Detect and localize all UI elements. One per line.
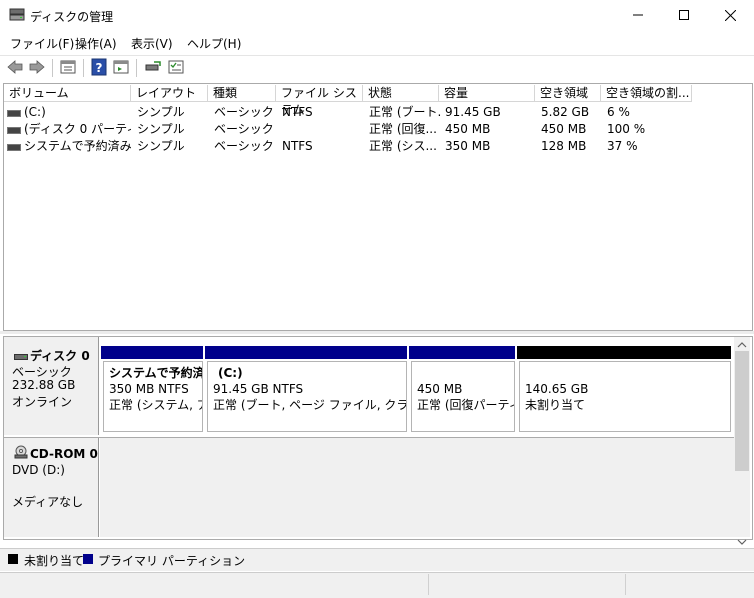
legend-swatch-primary [83, 554, 93, 564]
toolbar-separator [83, 59, 84, 77]
cell-status: 正常 (回復... [369, 122, 437, 136]
scrollbar-thumb[interactable] [735, 351, 749, 471]
disk-management-app-icon [9, 8, 25, 22]
volume-icon [7, 144, 21, 151]
partition-label: システムで予約済み [109, 366, 202, 380]
cell-status: 正常 (シス... [369, 139, 437, 153]
cell-layout: シンプル [137, 122, 185, 136]
legend-swatch-unallocated [8, 554, 18, 564]
partition-status: 未割り当て [525, 398, 586, 412]
disk-type: DVD (D:) [12, 463, 65, 477]
properties-icon[interactable] [59, 58, 77, 76]
disk-status: メディアなし [12, 495, 84, 509]
partition-label [417, 365, 509, 381]
partition-size: 140.65 GB [525, 382, 589, 396]
partition-status: 正常 (回復パーティション) [417, 398, 514, 412]
cell-type: ベーシック [214, 139, 274, 153]
partition-status: 正常 (システム, アクティブ, プライマリ パーティション) [109, 398, 202, 412]
cell-filesystem [282, 121, 365, 138]
checklist-icon[interactable] [167, 58, 185, 76]
partition-bar-unallocated [517, 346, 731, 359]
volume-icon [7, 110, 21, 117]
table-row[interactable]: (ディスク 0 パーティシ... シンプル ベーシック 正常 (回復... 45… [4, 121, 750, 138]
menu-file[interactable]: ファイル(F) [10, 35, 74, 52]
toolbar-separator [52, 59, 53, 77]
cell-type: ベーシック [214, 105, 274, 119]
legend-label-primary: プライマリ パーティション [98, 554, 246, 568]
partition-bar-primary [205, 346, 407, 359]
scroll-up-icon[interactable] [736, 339, 748, 349]
volume-icon [7, 127, 21, 134]
table-row[interactable]: システムで予約済み シンプル ベーシック NTFS 正常 (シス... 350 … [4, 138, 750, 155]
disk-size: 232.88 GB [12, 378, 76, 392]
back-arrow-icon[interactable] [6, 58, 24, 76]
partition-label [525, 365, 725, 381]
partition-system-reserved[interactable]: システムで予約済み 350 MB NTFS 正常 (システム, アクティブ, プ… [103, 361, 203, 432]
partition-bar-primary [409, 346, 515, 359]
disk-icon [14, 349, 28, 360]
status-cell [625, 574, 754, 595]
close-button[interactable] [707, 0, 753, 31]
cell-capacity: 450 MB [445, 122, 491, 136]
maximize-button[interactable] [661, 0, 707, 31]
column-header-filesystem[interactable]: ファイル システム [276, 85, 363, 117]
cell-free-space: 128 MB [541, 139, 587, 153]
menu-view[interactable]: 表示(V) [131, 35, 173, 52]
disk-name: ディスク 0 [30, 349, 90, 363]
partition-c-drive[interactable]: (C:) 91.45 GB NTFS 正常 (ブート, ページ ファイル, クラ… [207, 361, 407, 432]
console-icon[interactable] [112, 58, 130, 76]
disk-name: CD-ROM 0 [30, 447, 98, 461]
cdrom-0-label[interactable]: CD-ROM 0 DVD (D:) メディアなし [4, 438, 99, 537]
column-header-layout[interactable]: レイアウト [131, 85, 208, 102]
cell-layout: シンプル [137, 139, 185, 153]
help-icon[interactable]: ? [90, 58, 108, 76]
cell-capacity: 91.45 GB [445, 105, 501, 119]
disk-status: オンライン [12, 395, 73, 409]
column-header-percent-free[interactable]: 空き領域の割... [601, 85, 692, 102]
column-header-volume[interactable]: ボリューム [4, 85, 131, 102]
cdrom-icon [14, 445, 28, 459]
partition-bar-primary [101, 346, 203, 359]
partition-unallocated[interactable]: 140.65 GB 未割り当て [519, 361, 731, 432]
cell-volume: システムで予約済み [24, 139, 131, 153]
menu-action[interactable]: 操作(A) [75, 35, 117, 52]
cell-layout: シンプル [137, 105, 185, 119]
partition-size: 450 MB [417, 382, 463, 396]
cell-volume: (ディスク 0 パーティシ... [24, 122, 131, 136]
cell-volume: (C:) [24, 105, 46, 119]
partition-size: 350 MB NTFS [109, 382, 189, 396]
status-cell [428, 574, 625, 595]
partition-status: 正常 (ブート, ページ ファイル, クラッシュ ダンプ, プライマリ パーティ… [213, 398, 407, 412]
menu-help[interactable]: ヘルプ(H) [187, 35, 241, 52]
table-row[interactable]: (C:) シンプル ベーシック NTFS 正常 (ブート... 91.45 GB… [4, 104, 750, 121]
minimize-button[interactable] [615, 0, 661, 31]
cell-percent-free: 100 % [607, 122, 646, 136]
toolbar-separator [136, 59, 137, 77]
column-header-status[interactable]: 状態 [363, 85, 439, 102]
cell-filesystem: NTFS [282, 139, 313, 153]
window-title: ディスクの管理 [30, 10, 114, 24]
cell-capacity: 350 MB [445, 139, 491, 153]
column-header-free-space[interactable]: 空き領域 [535, 85, 601, 102]
partition-recovery[interactable]: 450 MB 正常 (回復パーティション) [411, 361, 515, 432]
svg-text:?: ? [96, 61, 103, 75]
cell-status: 正常 (ブート... [369, 105, 441, 119]
disk-0-label[interactable]: ディスク 0 ベーシック 232.88 GB オンライン [4, 337, 99, 435]
forward-arrow-icon[interactable] [28, 58, 46, 76]
cell-percent-free: 6 % [607, 105, 630, 119]
cdrom-empty-area [100, 438, 734, 537]
legend-label-unallocated: 未割り当て [24, 554, 85, 568]
partition-size: 91.45 GB NTFS [213, 382, 304, 396]
cell-free-space: 5.82 GB [541, 105, 590, 119]
connect-icon[interactable] [144, 58, 162, 76]
cell-filesystem: NTFS [282, 105, 313, 119]
pane-splitter[interactable] [0, 331, 754, 334]
partition-label: (C:) [218, 366, 243, 380]
column-header-type[interactable]: 種類 [208, 85, 276, 102]
scroll-down-icon[interactable] [736, 536, 748, 546]
cell-type: ベーシック [214, 122, 274, 136]
column-header-capacity[interactable]: 容量 [439, 85, 535, 102]
cell-free-space: 450 MB [541, 122, 587, 136]
cell-percent-free: 37 % [607, 139, 638, 153]
